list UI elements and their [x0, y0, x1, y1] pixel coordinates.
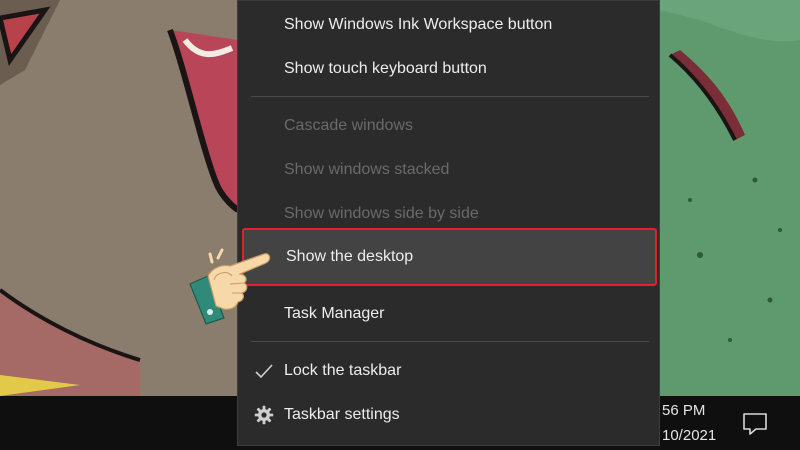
- desktop-screen: 56 PM 10/2021 Show Windows Ink Workspace…: [0, 0, 800, 450]
- menu-item-label: Task Manager: [284, 305, 385, 322]
- menu-item-taskbar-settings[interactable]: Taskbar settings: [238, 393, 659, 437]
- wallpaper-art-right: [660, 0, 800, 396]
- menu-item-label: Show touch keyboard button: [284, 60, 487, 77]
- menu-separator: [251, 341, 649, 342]
- desktop-wallpaper-left[interactable]: [0, 0, 238, 396]
- clock-time: 56 PM: [662, 402, 706, 419]
- clock-date: 10/2021: [662, 427, 717, 444]
- taskbar-context-menu: Show Windows Ink Workspace button Show t…: [237, 0, 660, 446]
- wallpaper-art-left: [0, 0, 238, 396]
- pointing-hand-icon: [189, 248, 271, 325]
- system-clock[interactable]: 56 PM 10/2021: [662, 396, 732, 450]
- menu-item-label: Lock the taskbar: [284, 362, 402, 379]
- menu-item-label: Show windows stacked: [284, 161, 450, 178]
- menu-item-show-ink-workspace[interactable]: Show Windows Ink Workspace button: [238, 3, 659, 47]
- gear-icon: [254, 405, 274, 425]
- menu-item-label: Show Windows Ink Workspace button: [284, 16, 553, 33]
- menu-item-cascade-windows: Cascade windows: [238, 104, 659, 148]
- action-center-icon[interactable]: [742, 412, 768, 436]
- checkmark-icon: [255, 364, 273, 379]
- menu-item-lock-the-taskbar[interactable]: Lock the taskbar: [238, 349, 659, 393]
- menu-item-label: Cascade windows: [284, 117, 413, 134]
- desktop-wallpaper-right[interactable]: [660, 0, 800, 396]
- menu-item-show-windows-stacked: Show windows stacked: [238, 148, 659, 192]
- menu-item-label: Taskbar settings: [284, 406, 400, 423]
- menu-item-label: Show the desktop: [286, 248, 414, 265]
- menu-item-task-manager[interactable]: Task Manager: [238, 292, 659, 336]
- menu-item-show-the-desktop[interactable]: Show the desktop: [242, 228, 657, 286]
- menu-separator: [251, 96, 649, 97]
- menu-item-show-touch-keyboard[interactable]: Show touch keyboard button: [238, 47, 659, 91]
